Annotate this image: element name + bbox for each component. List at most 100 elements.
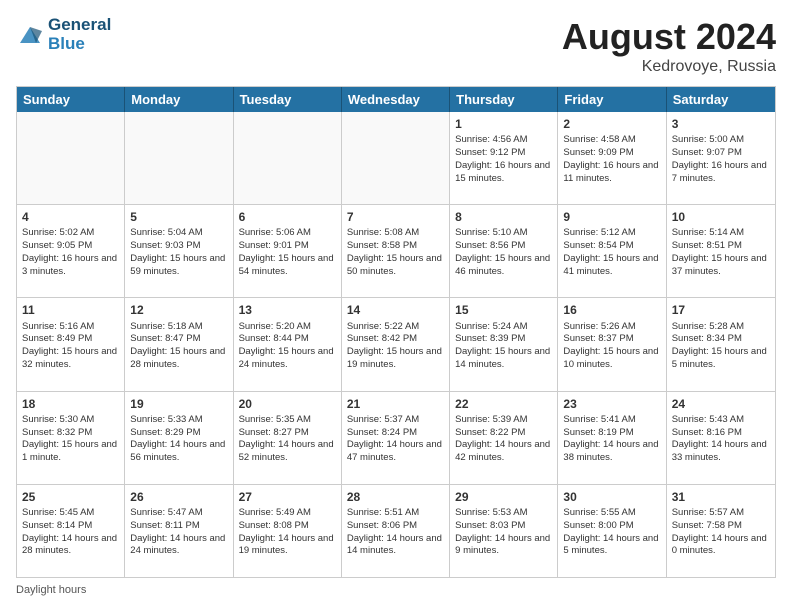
day-number-2: 2 [563,116,660,132]
calendar-empty-0-2 [234,112,342,204]
calendar: Sunday Monday Tuesday Wednesday Thursday… [16,86,776,578]
day-info-line: Daylight: 15 hours and 32 minutes. [22,346,119,372]
day-info-line: Sunrise: 5:10 AM [455,227,552,240]
calendar-day-12: 12Sunrise: 5:18 AMSunset: 8:47 PMDayligh… [125,298,233,390]
day-info-line: Sunset: 8:39 PM [455,333,552,346]
calendar-day-25: 25Sunrise: 5:45 AMSunset: 8:14 PMDayligh… [17,485,125,577]
calendar-day-27: 27Sunrise: 5:49 AMSunset: 8:08 PMDayligh… [234,485,342,577]
day-number-31: 31 [672,489,770,505]
day-info-line: Sunrise: 5:22 AM [347,321,444,334]
day-info-line: Sunset: 8:29 PM [130,427,227,440]
calendar-empty-0-3 [342,112,450,204]
calendar-day-9: 9Sunrise: 5:12 AMSunset: 8:54 PMDaylight… [558,205,666,297]
calendar-body: 1Sunrise: 4:56 AMSunset: 9:12 PMDaylight… [17,112,775,577]
day-info-line: Sunset: 8:24 PM [347,427,444,440]
day-info-line: Sunrise: 5:24 AM [455,321,552,334]
day-info-line: Sunset: 8:42 PM [347,333,444,346]
day-info-line: Daylight: 15 hours and 28 minutes. [130,346,227,372]
calendar-day-29: 29Sunrise: 5:53 AMSunset: 8:03 PMDayligh… [450,485,558,577]
day-info-line: Sunset: 9:03 PM [130,240,227,253]
day-number-8: 8 [455,209,552,225]
calendar-day-22: 22Sunrise: 5:39 AMSunset: 8:22 PMDayligh… [450,392,558,484]
day-info-line: Daylight: 14 hours and 42 minutes. [455,439,552,465]
day-info-line: Sunrise: 4:58 AM [563,134,660,147]
day-info-line: Sunrise: 5:28 AM [672,321,770,334]
day-info-line: Sunrise: 5:33 AM [130,414,227,427]
day-info-line: Sunset: 8:16 PM [672,427,770,440]
calendar-week-3: 11Sunrise: 5:16 AMSunset: 8:49 PMDayligh… [17,297,775,390]
header-thursday: Thursday [450,87,558,112]
day-info-line: Daylight: 14 hours and 33 minutes. [672,439,770,465]
header-saturday: Saturday [667,87,775,112]
logo-icon [16,21,44,49]
day-info-line: Daylight: 16 hours and 3 minutes. [22,253,119,279]
day-info-line: Sunrise: 5:16 AM [22,321,119,334]
calendar-day-4: 4Sunrise: 5:02 AMSunset: 9:05 PMDaylight… [17,205,125,297]
day-number-28: 28 [347,489,444,505]
day-info-line: Daylight: 14 hours and 5 minutes. [563,533,660,559]
calendar-day-8: 8Sunrise: 5:10 AMSunset: 8:56 PMDaylight… [450,205,558,297]
day-number-19: 19 [130,396,227,412]
day-info-line: Daylight: 14 hours and 19 minutes. [239,533,336,559]
logo: General Blue [16,16,111,53]
day-number-4: 4 [22,209,119,225]
day-info-line: Sunrise: 5:00 AM [672,134,770,147]
header-sunday: Sunday [17,87,125,112]
day-info-line: Sunrise: 5:37 AM [347,414,444,427]
day-info-line: Sunset: 8:11 PM [130,520,227,533]
day-info-line: Sunset: 9:12 PM [455,147,552,160]
day-number-1: 1 [455,116,552,132]
day-number-23: 23 [563,396,660,412]
day-info-line: Sunset: 8:44 PM [239,333,336,346]
day-number-27: 27 [239,489,336,505]
day-number-18: 18 [22,396,119,412]
header-wednesday: Wednesday [342,87,450,112]
day-info-line: Sunrise: 5:41 AM [563,414,660,427]
day-info-line: Daylight: 16 hours and 11 minutes. [563,160,660,186]
day-info-line: Daylight: 15 hours and 10 minutes. [563,346,660,372]
header: General Blue August 2024 Kedrovoye, Russ… [16,16,776,76]
day-number-17: 17 [672,302,770,318]
day-info-line: Daylight: 15 hours and 5 minutes. [672,346,770,372]
calendar-header: Sunday Monday Tuesday Wednesday Thursday… [17,87,775,112]
daylight-label: Daylight hours [16,584,86,596]
day-info-line: Sunrise: 5:35 AM [239,414,336,427]
day-number-25: 25 [22,489,119,505]
day-info-line: Sunset: 8:32 PM [22,427,119,440]
day-number-13: 13 [239,302,336,318]
day-number-5: 5 [130,209,227,225]
day-info-line: Sunset: 8:03 PM [455,520,552,533]
day-number-10: 10 [672,209,770,225]
day-info-line: Sunrise: 5:57 AM [672,507,770,520]
day-info-line: Sunrise: 5:47 AM [130,507,227,520]
day-info-line: Daylight: 14 hours and 56 minutes. [130,439,227,465]
day-info-line: Sunrise: 5:55 AM [563,507,660,520]
day-number-16: 16 [563,302,660,318]
calendar-day-2: 2Sunrise: 4:58 AMSunset: 9:09 PMDaylight… [558,112,666,204]
day-info-line: Sunset: 8:08 PM [239,520,336,533]
day-number-15: 15 [455,302,552,318]
day-info-line: Daylight: 15 hours and 41 minutes. [563,253,660,279]
day-number-29: 29 [455,489,552,505]
calendar-day-30: 30Sunrise: 5:55 AMSunset: 8:00 PMDayligh… [558,485,666,577]
calendar-day-23: 23Sunrise: 5:41 AMSunset: 8:19 PMDayligh… [558,392,666,484]
day-info-line: Sunrise: 5:51 AM [347,507,444,520]
day-info-line: Sunset: 8:49 PM [22,333,119,346]
day-number-11: 11 [22,302,119,318]
day-info-line: Daylight: 16 hours and 15 minutes. [455,160,552,186]
day-info-line: Sunrise: 5:45 AM [22,507,119,520]
calendar-day-24: 24Sunrise: 5:43 AMSunset: 8:16 PMDayligh… [667,392,775,484]
day-number-30: 30 [563,489,660,505]
day-info-line: Sunrise: 5:20 AM [239,321,336,334]
calendar-day-21: 21Sunrise: 5:37 AMSunset: 8:24 PMDayligh… [342,392,450,484]
calendar-empty-0-1 [125,112,233,204]
day-info-line: Sunset: 8:19 PM [563,427,660,440]
day-info-line: Sunset: 9:01 PM [239,240,336,253]
calendar-day-26: 26Sunrise: 5:47 AMSunset: 8:11 PMDayligh… [125,485,233,577]
page: General Blue August 2024 Kedrovoye, Russ… [0,0,792,612]
day-info-line: Sunset: 8:14 PM [22,520,119,533]
day-number-24: 24 [672,396,770,412]
logo-text: General Blue [48,16,111,53]
calendar-week-4: 18Sunrise: 5:30 AMSunset: 8:32 PMDayligh… [17,391,775,484]
calendar-day-17: 17Sunrise: 5:28 AMSunset: 8:34 PMDayligh… [667,298,775,390]
